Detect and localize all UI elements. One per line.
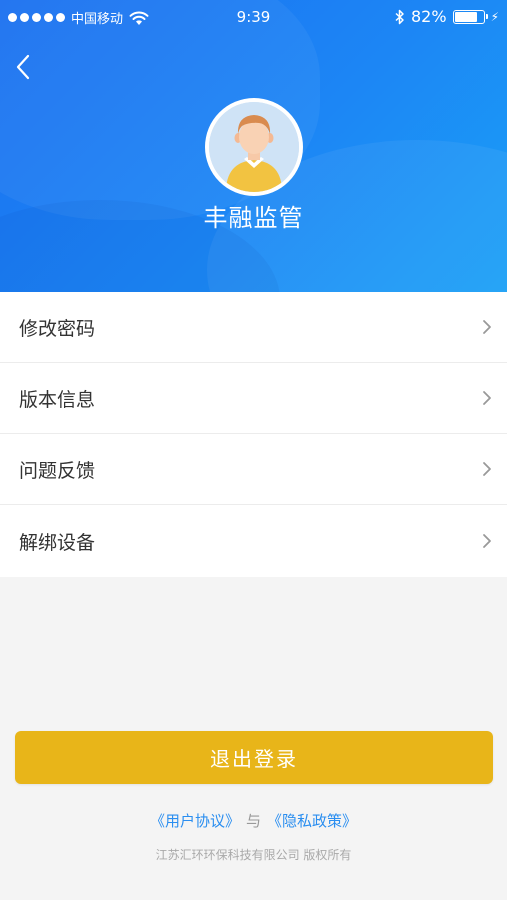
charging-bolt-icon: ⚡ <box>490 9 499 24</box>
username: 丰融监管 <box>203 204 304 232</box>
battery-icon <box>452 9 488 24</box>
menu-item-label: 解绑设备 <box>19 531 96 554</box>
privacy-policy-link[interactable]: 《隐私政策》 <box>267 812 357 830</box>
profile-header: 中国移动 9:39 82% ⚡ 丰融监管 <box>0 0 507 292</box>
chevron-right-icon <box>483 320 491 334</box>
menu-item-label: 修改密码 <box>19 317 96 340</box>
user-agreement-link[interactable]: 《用户协议》 <box>150 812 240 830</box>
chevron-right-icon <box>483 462 491 476</box>
chevron-right-icon <box>483 391 491 405</box>
logout-button[interactable]: 退出登录 <box>15 731 493 784</box>
avatar[interactable] <box>205 98 303 196</box>
chevron-right-icon <box>483 534 491 548</box>
menu-item-label: 问题反馈 <box>19 459 96 482</box>
agreement-links: 《用户协议》与《隐私政策》 <box>0 810 507 831</box>
bluetooth-icon <box>395 9 404 24</box>
menu-item-unbind-device[interactable]: 解绑设备 <box>0 505 507 577</box>
settings-menu: 修改密码 版本信息 问题反馈 解绑设备 <box>0 292 507 577</box>
copyright-text: 江苏汇环环保科技有限公司 版权所有 <box>155 848 352 862</box>
menu-item-version-info[interactable]: 版本信息 <box>0 363 507 434</box>
menu-item-feedback[interactable]: 问题反馈 <box>0 434 507 505</box>
battery-percent: 82% <box>411 7 447 26</box>
status-bar: 中国移动 9:39 82% ⚡ <box>0 0 507 36</box>
back-button[interactable] <box>10 52 40 82</box>
links-connector: 与 <box>245 812 261 830</box>
menu-item-label: 版本信息 <box>19 388 96 411</box>
menu-item-change-password[interactable]: 修改密码 <box>0 292 507 363</box>
user-avatar-icon <box>209 102 299 192</box>
